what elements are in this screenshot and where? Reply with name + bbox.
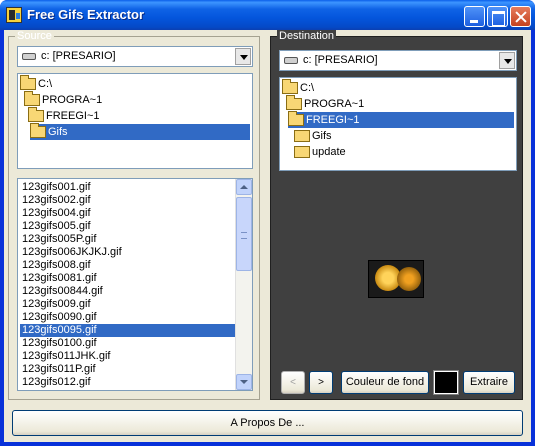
destination-tree-item[interactable]: Gifs (294, 128, 332, 144)
file-list-item[interactable]: 123gifs0081.gif (20, 272, 236, 285)
app-window: Free Gifs Extractor Source c: [PRESARIO]… (0, 0, 535, 446)
file-list-scrollbar[interactable] (235, 179, 252, 390)
destination-tree-item[interactable]: C:\ (282, 79, 314, 96)
file-list-item[interactable]: 123gifs002.gif (20, 194, 236, 207)
minimize-button[interactable] (464, 6, 485, 27)
source-tree-item[interactable]: PROGRA~1 (24, 91, 102, 108)
destination-group: Destination c: [PRESARIO] C:\ PROGRA~1 F… (270, 30, 523, 400)
destination-folder-tree[interactable]: C:\ PROGRA~1 FREEGI~1 Gifs update (279, 77, 517, 171)
maximize-button[interactable] (487, 6, 508, 27)
file-list-item[interactable]: 123gifs011P.gif (20, 363, 236, 376)
destination-drive-select[interactable]: c: [PRESARIO] (279, 50, 517, 71)
destination-tree-item[interactable]: PROGRA~1 (286, 95, 364, 112)
file-list-item[interactable]: 123gifs012.gif (20, 376, 236, 389)
source-tree-item-selected[interactable]: Gifs (30, 123, 250, 140)
destination-tree-item-selected[interactable]: FREEGI~1 (288, 111, 514, 128)
scroll-up-button[interactable] (236, 179, 252, 195)
folder-icon (294, 146, 310, 159)
file-list-item[interactable]: 123gifs004.gif (20, 207, 236, 220)
folder-open-icon (286, 95, 302, 111)
file-list-item[interactable]: 123gifs011JHK.gif (20, 350, 236, 363)
chevron-down-icon[interactable] (499, 52, 515, 69)
folder-icon (294, 130, 310, 143)
file-list-item[interactable]: 123gifs009.gif (20, 298, 236, 311)
close-button[interactable] (510, 6, 531, 27)
file-list-item[interactable]: 123gifs0090.gif (20, 311, 236, 324)
drive-icon (22, 53, 36, 60)
destination-legend: Destination (277, 30, 337, 42)
source-tree-item[interactable]: C:\ (20, 75, 52, 92)
source-drive-select[interactable]: c: [PRESARIO] (17, 46, 253, 67)
source-file-list[interactable]: 123gifs001.gif 123gifs002.gif 123gifs004.g… (17, 178, 253, 391)
file-list-item[interactable]: 123gifs005P.gif (20, 233, 236, 246)
scroll-down-button[interactable] (236, 374, 252, 390)
about-button[interactable]: A Propos De ... (12, 410, 523, 436)
gif-preview-image (368, 260, 424, 298)
destination-drive-value: c: [PRESARIO] (303, 54, 378, 66)
destination-tree-item[interactable]: update (294, 144, 346, 160)
file-list-item[interactable]: 123gifs006JKJKJ.gif (20, 246, 236, 259)
title-bar[interactable]: Free Gifs Extractor (0, 0, 535, 30)
file-list-item-selected[interactable]: 123gifs0095.gif (20, 324, 236, 337)
folder-open-icon (24, 91, 40, 107)
folder-open-icon (288, 111, 304, 127)
app-icon (6, 7, 22, 23)
scroll-thumb[interactable] (236, 197, 252, 271)
folder-open-icon (30, 123, 46, 139)
drive-icon (284, 57, 298, 64)
folder-open-icon (20, 75, 36, 91)
file-list-item[interactable]: 123gifs001.gif (20, 181, 236, 194)
folder-open-icon (282, 79, 298, 95)
file-list-item[interactable]: 123gifs00844.gif (20, 285, 236, 298)
source-group: Source c: [PRESARIO] C:\ PROGRA~1 FREEGI… (8, 30, 260, 400)
previous-button[interactable]: < (281, 371, 305, 394)
file-list-item[interactable]: 123gifs008.gif (20, 259, 236, 272)
client-area: Source c: [PRESARIO] C:\ PROGRA~1 FREEGI… (4, 30, 531, 442)
extract-button[interactable]: Extraire (463, 371, 515, 394)
source-tree-item[interactable]: FREEGI~1 (28, 107, 100, 124)
file-list-item[interactable]: 123gifs005.gif (20, 220, 236, 233)
window-title: Free Gifs Extractor (27, 7, 145, 22)
source-folder-tree[interactable]: C:\ PROGRA~1 FREEGI~1 Gifs (17, 73, 253, 169)
background-color-swatch[interactable] (433, 370, 459, 395)
chevron-down-icon[interactable] (235, 48, 251, 65)
source-legend: Source (15, 30, 54, 42)
folder-open-icon (28, 107, 44, 123)
background-color-button[interactable]: Couleur de fond (341, 371, 429, 394)
next-button[interactable]: > (309, 371, 333, 394)
file-list-item[interactable]: 123gifs0100.gif (20, 337, 236, 350)
source-drive-value: c: [PRESARIO] (41, 50, 116, 62)
